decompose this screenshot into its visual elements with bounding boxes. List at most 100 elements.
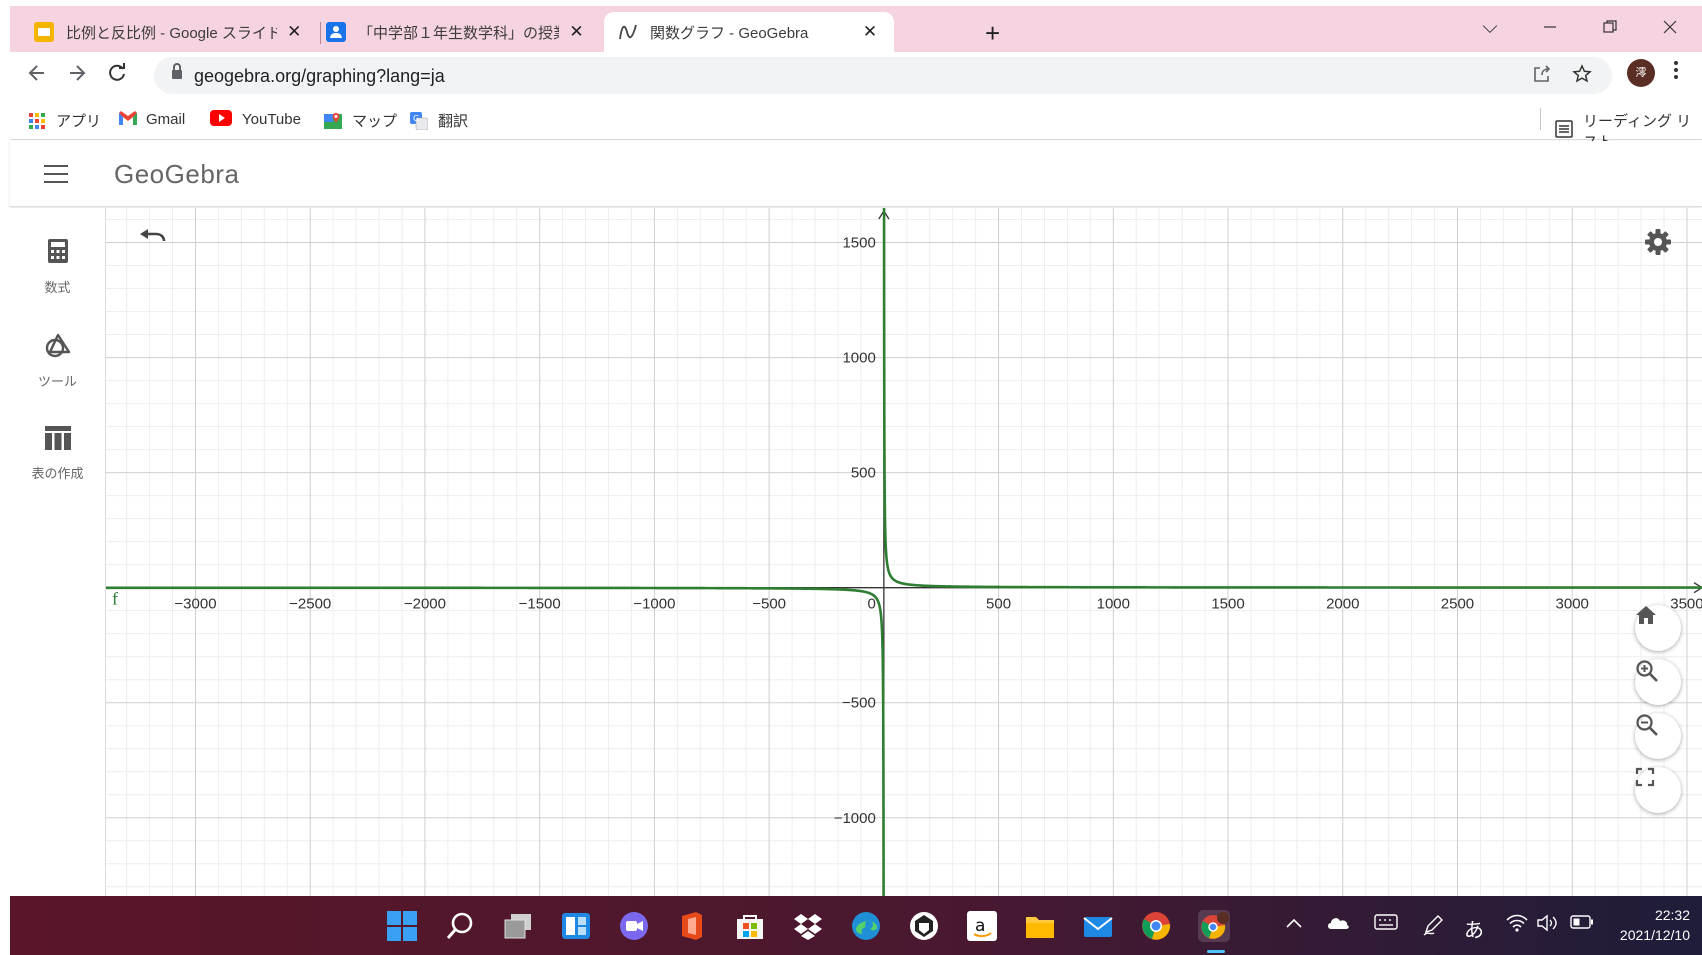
bookmark-youtube[interactable]: YouTube (210, 110, 301, 128)
widgets-icon[interactable] (560, 910, 592, 942)
bookmark-gmail[interactable]: Gmail (118, 110, 185, 128)
task-view-icon[interactable] (502, 910, 534, 942)
mail-icon[interactable] (1082, 910, 1114, 942)
bookmark-label: YouTube (242, 110, 301, 128)
svg-text:a: a (975, 916, 985, 936)
x-tick-label: −500 (752, 596, 786, 613)
calculator-icon (47, 239, 69, 268)
new-tab-button[interactable]: + (985, 20, 1000, 46)
y-tick-label: −500 (842, 695, 876, 712)
svg-text:G: G (413, 114, 419, 123)
system-clock[interactable]: 22:32 2021/12/10 (1602, 905, 1690, 945)
show-hidden-icons-chevron-icon[interactable] (1285, 914, 1303, 935)
reload-button[interactable] (106, 62, 128, 90)
keyboard-icon[interactable] (1374, 914, 1398, 935)
shield-app-icon[interactable] (908, 910, 940, 942)
x-tick-label: 3500 (1670, 596, 1702, 613)
bookmark-maps[interactable]: マップ (324, 110, 397, 131)
zoom-out-button[interactable] (1635, 713, 1681, 759)
wifi-icon[interactable] (1506, 914, 1528, 937)
x-tick-label: 1500 (1211, 596, 1244, 613)
x-tick-label: 500 (986, 596, 1011, 613)
bookmark-apps[interactable]: アプリ (28, 110, 101, 131)
tab-google-slides[interactable]: 比例と反比例 - Google スライド ✕ (20, 12, 318, 52)
forward-button[interactable] (66, 62, 88, 90)
start-windows-icon[interactable] (386, 910, 418, 942)
close-tab-icon[interactable]: ✕ (860, 22, 880, 42)
x-tick-label: −2500 (289, 596, 331, 613)
tab-classroom[interactable]: 「中学部１年生数学科」の授業 ✕ (312, 12, 600, 52)
hamburger-menu-icon[interactable] (44, 165, 68, 183)
tab-title: 「中学部１年生数学科」の授業 (358, 24, 559, 42)
geogebra-header: GeoGebra (10, 141, 1702, 207)
geogebra-sidebar: 数式 ツール 表の作成 (10, 208, 105, 896)
sidebar-item-label: 表の作成 (31, 466, 84, 481)
x-tick-label: −1500 (519, 596, 561, 613)
chrome-icon[interactable] (1140, 910, 1172, 942)
file-explorer-icon[interactable] (1024, 910, 1056, 942)
graphics-view[interactable]: −3000 −2500 −2000 −1500 −1000 −500 0 500 1000 150… (105, 208, 1702, 896)
ime-mode-indicator[interactable]: あ (1464, 914, 1484, 943)
office-icon[interactable] (676, 910, 708, 942)
apps-grid-icon (28, 112, 46, 130)
pen-icon[interactable] (1422, 914, 1444, 941)
tab-strip: 比例と反比例 - Google スライド ✕ 「中学部１年生数学科」の授業 ✕ … (10, 6, 1702, 52)
share-icon[interactable] (1532, 64, 1552, 90)
browser-menu-icon[interactable] (1673, 60, 1679, 86)
chrome-profile-icon[interactable] (1198, 910, 1230, 942)
teams-chat-icon[interactable] (618, 910, 650, 942)
fullscreen-button[interactable] (1635, 767, 1681, 813)
graph-canvas[interactable]: −3000 −2500 −2000 −1500 −1000 −500 0 500 1000 150… (106, 208, 1702, 896)
sidebar-item-table[interactable]: 表の作成 (10, 426, 105, 482)
x-tick-label: −2000 (404, 596, 446, 613)
table-icon (44, 426, 71, 454)
y-tick-label: 1000 (842, 350, 875, 367)
onedrive-cloud-icon[interactable] (1326, 914, 1350, 935)
geogebra-logo: GeoGebra (114, 159, 240, 189)
bookmark-translate[interactable]: G 翻訳 (410, 110, 468, 131)
battery-icon[interactable] (1570, 914, 1594, 935)
sidebar-item-label: 数式 (44, 280, 71, 295)
tab-title: 比例と反比例 - Google スライド (66, 24, 277, 42)
close-window-icon[interactable] (1655, 18, 1685, 41)
bookmarks-divider (1540, 108, 1541, 130)
edge-browser-icon[interactable] (850, 910, 882, 942)
x-tick-label: −3000 (174, 596, 216, 613)
profile-avatar[interactable]: 澪 (1627, 59, 1655, 87)
url-text: geogebra.org/graphing?lang=ja (194, 66, 445, 86)
x-tick-label: −1000 (633, 596, 675, 613)
function-label: f (112, 589, 118, 609)
dropbox-icon[interactable] (792, 910, 824, 942)
bookmark-star-icon[interactable] (1572, 64, 1592, 90)
sidebar-item-label: ツール (37, 374, 77, 389)
sidebar-item-tools[interactable]: ツール (10, 332, 105, 390)
search-icon[interactable] (444, 910, 476, 942)
microsoft-store-icon[interactable] (734, 910, 766, 942)
back-button[interactable] (26, 62, 48, 90)
tools-icon (44, 333, 72, 362)
bookmark-label: 翻訳 (438, 113, 469, 130)
address-bar[interactable]: geogebra.org/graphing?lang=ja (154, 57, 1612, 94)
active-app-indicator (1207, 950, 1225, 953)
sidebar-item-algebra[interactable]: 数式 (10, 238, 105, 296)
x-tick-label: 2000 (1326, 596, 1359, 613)
function-curve-branch-positive (882, 208, 1702, 589)
volume-icon[interactable] (1536, 914, 1560, 937)
close-tab-icon[interactable]: ✕ (567, 22, 586, 42)
amazon-icon[interactable]: a (966, 910, 998, 942)
x-tick-label: 2500 (1441, 596, 1474, 613)
google-slides-icon (34, 22, 54, 42)
minimize-icon[interactable] (1535, 18, 1565, 41)
browser-toolbar: geogebra.org/graphing?lang=ja 澪 (10, 52, 1702, 100)
bookmark-label: Gmail (146, 110, 186, 128)
zoom-in-button[interactable] (1635, 659, 1681, 705)
maps-icon (324, 112, 342, 130)
home-view-button[interactable] (1635, 605, 1681, 651)
tab-search-chevron-icon[interactable]: ⌵ (1475, 16, 1505, 39)
gmail-icon (118, 110, 137, 128)
tab-geogebra[interactable]: 関数グラフ - GeoGebra ✕ (604, 12, 894, 52)
x-tick-label: 0 (868, 596, 876, 613)
restore-icon[interactable] (1595, 18, 1625, 41)
tab-title: 関数グラフ - GeoGebra (650, 24, 809, 42)
close-tab-icon[interactable]: ✕ (285, 22, 305, 42)
